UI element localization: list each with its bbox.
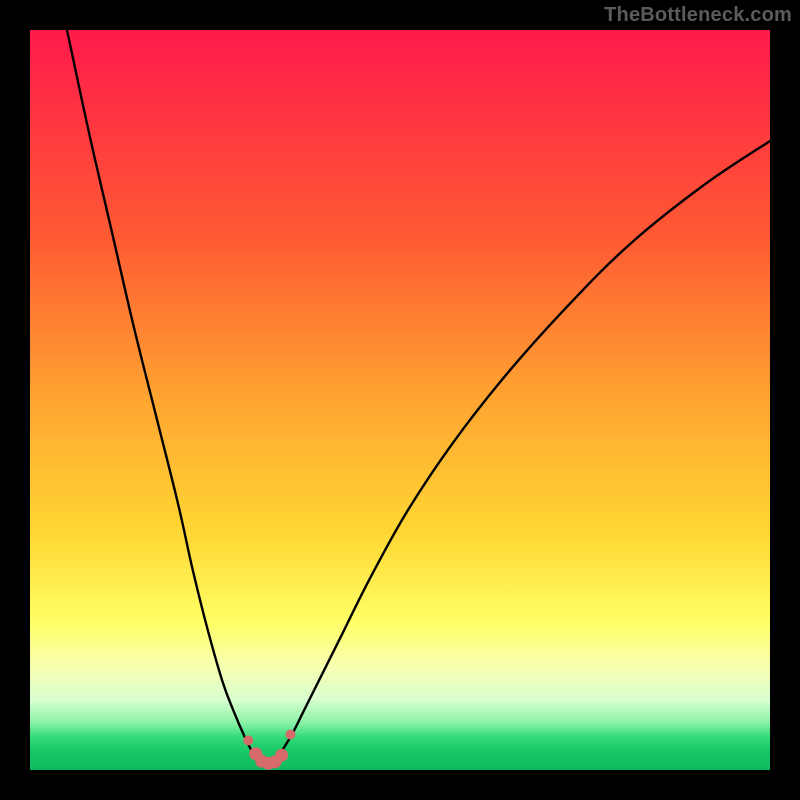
chart-frame: TheBottleneck.com bbox=[0, 0, 800, 800]
valley-markers bbox=[243, 729, 295, 769]
valley-marker bbox=[275, 749, 288, 762]
valley-marker bbox=[243, 735, 253, 745]
plot-area bbox=[30, 30, 770, 770]
watermark-text: TheBottleneck.com bbox=[604, 4, 792, 27]
valley-marker bbox=[285, 729, 295, 739]
curve-layer bbox=[30, 30, 770, 770]
bottleneck-curve bbox=[67, 30, 770, 766]
